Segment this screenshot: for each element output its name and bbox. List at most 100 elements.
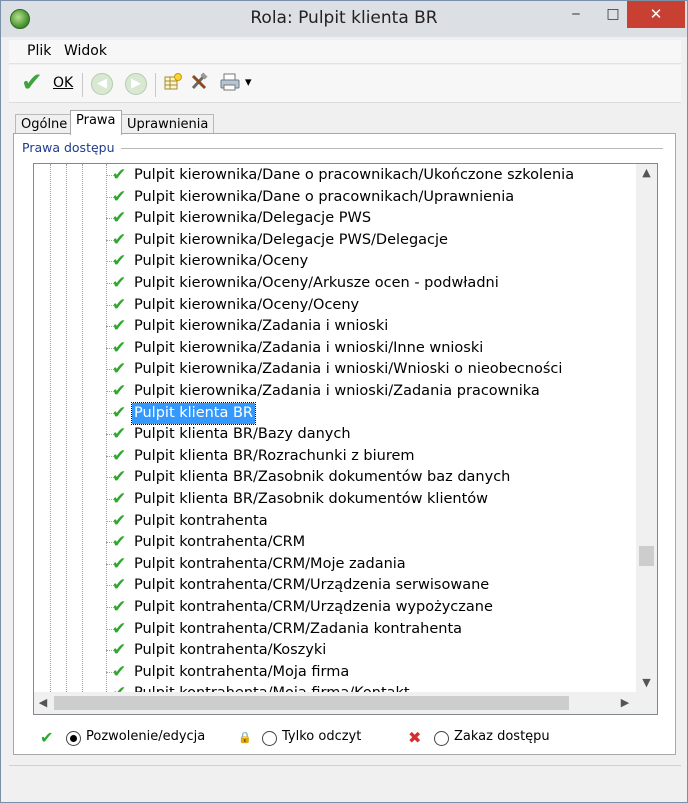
allowed-check-icon: ✔: [112, 532, 127, 553]
allowed-check-icon: ✔: [112, 553, 127, 574]
horizontal-scrollbar[interactable]: ◀ ▶: [34, 692, 636, 714]
tree-item-label[interactable]: Pulpit kontrahenta/CRM: [132, 532, 307, 553]
lock-icon: 🔒: [238, 731, 252, 744]
tree-item-label[interactable]: Pulpit kontrahenta/Koszyki: [132, 640, 328, 661]
toolbar: ✔ OK ◀ ▶ ▾: [9, 65, 681, 103]
close-button[interactable]: ✕: [627, 1, 685, 28]
tree-item-label[interactable]: Pulpit kierownika/Dane o pracownikach/Up…: [132, 187, 516, 208]
allow-radio[interactable]: [66, 731, 81, 746]
tree-item[interactable]: ✔ Pulpit kontrahenta/CRM/Zadania kontrahe…: [34, 619, 634, 641]
tree-item[interactable]: ✔ Pulpit kierownika/Zadania i wnioski: [34, 316, 634, 338]
status-bar: [9, 765, 681, 795]
menu-file[interactable]: Plik: [27, 43, 51, 59]
tree-item[interactable]: ✔ Pulpit kontrahenta/CRM/Urządzenia wypoż…: [34, 597, 634, 619]
tree-item[interactable]: ✔ Pulpit kierownika/Dane o pracownikach/U…: [34, 165, 634, 187]
menu-view[interactable]: Widok: [64, 43, 107, 59]
tree-item[interactable]: ✔ Pulpit kierownika/Dane o pracownikach/U…: [34, 187, 634, 209]
tree-item-label[interactable]: Pulpit kierownika/Oceny/Arkusze ocen - p…: [132, 273, 501, 294]
tree-item[interactable]: ✔ Pulpit kierownika/Oceny: [34, 251, 634, 273]
ok-check-icon[interactable]: ✔: [21, 69, 43, 97]
tree-item-label[interactable]: Pulpit kierownika/Zadania i wnioski/Inne…: [132, 338, 485, 359]
grid-tool-icon[interactable]: [163, 72, 183, 98]
tree-item[interactable]: ✔ Pulpit kontrahenta/CRM: [34, 532, 634, 554]
allowed-check-icon: ✔: [112, 618, 127, 639]
tree-item-label[interactable]: Pulpit klienta BR/Zasobnik dokumentów kl…: [132, 489, 490, 510]
allowed-check-icon: ✔: [112, 165, 127, 185]
tree-item-label[interactable]: Pulpit klienta BR/Zasobnik dokumentów ba…: [132, 467, 512, 488]
tree-item-label[interactable]: Pulpit kierownika/Delegacje PWS: [132, 208, 373, 229]
tree-item-label[interactable]: Pulpit kierownika/Zadania i wnioski/Wnio…: [132, 359, 564, 380]
deny-icon: ✖: [408, 728, 422, 747]
tree-item[interactable]: ✔ Pulpit kierownika/Oceny/Oceny: [34, 295, 634, 317]
maximize-button[interactable]: □: [599, 1, 627, 28]
minimize-button[interactable]: ‒: [553, 1, 599, 28]
tree-item[interactable]: ✔ Pulpit kontrahenta/Moja firma: [34, 662, 634, 684]
tree-item[interactable]: ✔ Pulpit klienta BR/Rozrachunki z biurem: [34, 446, 634, 468]
allowed-check-icon: ✔: [112, 381, 127, 401]
tree-item-label[interactable]: Pulpit kontrahenta/CRM/Moje zadania: [132, 554, 408, 575]
tab-general[interactable]: Ogólne: [15, 114, 74, 135]
tree-item[interactable]: ✔ Pulpit klienta BR/Zasobnik dokumentów b…: [34, 467, 634, 489]
scroll-right-arrow[interactable]: ▶: [616, 694, 634, 711]
tree-item-label[interactable]: Pulpit kierownika/Delegacje PWS/Delegacj…: [132, 230, 450, 251]
tree-item-label[interactable]: Pulpit kierownika/Zadania i wnioski/Zada…: [132, 381, 542, 402]
chevron-down-icon[interactable]: ▾: [245, 72, 252, 94]
allowed-check-icon: ✔: [112, 597, 127, 617]
ok-button[interactable]: OK: [53, 75, 73, 91]
tree-item[interactable]: ✔ Pulpit kierownika/Zadania i wnioski/Inn…: [34, 338, 634, 360]
tree-item-label[interactable]: Pulpit kierownika/Oceny/Oceny: [132, 295, 361, 316]
readonly-label[interactable]: Tylko odczyt: [282, 729, 361, 744]
deny-label[interactable]: Zakaz dostępu: [454, 729, 550, 744]
tree-item[interactable]: ✔ Pulpit kontrahenta/Moja firma/Kontakt: [34, 683, 634, 692]
tree-item-label[interactable]: Pulpit kierownika/Zadania i wnioski: [132, 316, 390, 337]
tree-item-label[interactable]: Pulpit kontrahenta/Moja firma: [132, 662, 351, 683]
tree-item-label[interactable]: Pulpit kierownika/Oceny: [132, 251, 310, 272]
vertical-scrollbar[interactable]: ▲ ▼: [636, 164, 657, 692]
tree-item-label[interactable]: Pulpit kierownika/Dane o pracownikach/Uk…: [132, 165, 576, 186]
allowed-check-icon: ✔: [112, 424, 127, 445]
tree-item-label[interactable]: Pulpit kontrahenta/CRM/Zadania kontrahen…: [132, 619, 464, 640]
scroll-left-arrow[interactable]: ◀: [34, 694, 52, 711]
forward-icon[interactable]: ▶: [125, 73, 147, 95]
allowed-check-icon: ✔: [112, 683, 126, 692]
back-icon[interactable]: ◀: [91, 73, 113, 95]
allowed-check-icon: ✔: [112, 294, 127, 315]
horizontal-scroll-thumb[interactable]: [54, 696, 569, 710]
tree-item-label[interactable]: Pulpit kontrahenta/Moja firma/Kontakt: [132, 683, 412, 692]
tree-item[interactable]: ✔ Pulpit kontrahenta: [34, 511, 634, 533]
rights-tree[interactable]: ✔ Pulpit kierownika/Dane o pracownikach/U…: [33, 163, 658, 715]
tree-item[interactable]: ✔ Pulpit klienta BR/Bazy danych: [34, 424, 634, 446]
tree-item-label[interactable]: Pulpit klienta BR: [130, 401, 257, 425]
allowed-check-icon: ✔: [112, 640, 127, 661]
tree-item[interactable]: ✔ Pulpit klienta BR/Zasobnik dokumentów k…: [34, 489, 634, 511]
tools-icon[interactable]: [189, 72, 209, 98]
window: Rola: Pulpit klienta BR ‒ □ ✕ Plik Widok…: [0, 0, 688, 803]
tree-item[interactable]: ✔ Pulpit kontrahenta/CRM/Moje zadania: [34, 554, 634, 576]
vertical-scroll-thumb[interactable]: [639, 546, 654, 566]
scroll-up-arrow[interactable]: ▲: [636, 164, 657, 181]
scroll-down-arrow[interactable]: ▼: [636, 674, 657, 691]
tree-item[interactable]: ✔ Pulpit kontrahenta/Koszyki: [34, 640, 634, 662]
allowed-check-icon: ✔: [112, 186, 127, 207]
tree-item[interactable]: ✔ Pulpit kierownika/Delegacje PWS: [34, 208, 634, 230]
allowed-check-icon: ✔: [112, 316, 127, 337]
tree-item-label[interactable]: Pulpit kontrahenta/CRM/Urządzenia serwis…: [132, 575, 491, 596]
printer-icon[interactable]: [219, 72, 241, 98]
deny-radio[interactable]: [434, 731, 449, 746]
tree-item[interactable]: ✔ Pulpit kierownika/Zadania i wnioski/Wni…: [34, 359, 634, 381]
tree-item-label[interactable]: Pulpit kontrahenta: [132, 511, 270, 532]
allowed-check-icon: ✔: [112, 208, 127, 229]
tree-item-label[interactable]: Pulpit klienta BR/Rozrachunki z biurem: [132, 446, 417, 467]
readonly-radio[interactable]: [262, 731, 277, 746]
allow-label[interactable]: Pozwolenie/edycja: [86, 729, 205, 744]
tree-item[interactable]: ✔ Pulpit kierownika/Zadania i wnioski/Zad…: [34, 381, 634, 403]
tree-item-label[interactable]: Pulpit klienta BR/Bazy danych: [132, 424, 353, 445]
tree-item[interactable]: ✔ Pulpit kierownika/Oceny/Arkusze ocen - …: [34, 273, 634, 295]
tree-item[interactable]: ✔ Pulpit kierownika/Delegacje PWS/Delegac…: [34, 230, 634, 252]
allowed-check-icon: ✔: [112, 229, 127, 250]
tree-item-label[interactable]: Pulpit kontrahenta/CRM/Urządzenia wypoży…: [132, 597, 495, 618]
tab-rights[interactable]: Prawa: [70, 110, 122, 135]
tab-permissions[interactable]: Uprawnienia: [121, 114, 215, 135]
tree-item[interactable]: ✔ Pulpit klienta BR: [34, 401, 634, 425]
tree-item[interactable]: ✔ Pulpit kontrahenta/CRM/Urządzenia serwi…: [34, 575, 634, 597]
